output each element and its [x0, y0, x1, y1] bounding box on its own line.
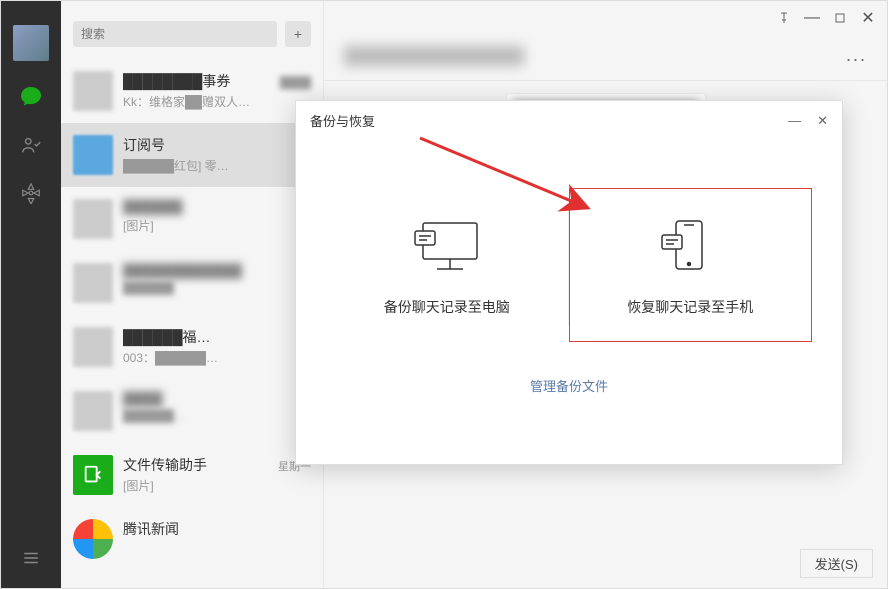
chat-icon[interactable]: [19, 85, 43, 109]
add-button[interactable]: +: [285, 21, 311, 47]
conversation-title: [344, 46, 524, 66]
search-input[interactable]: [73, 21, 277, 47]
chat-list-panel: + ████████事券████ Kk：维格家██赠双人… 订阅号 ██████…: [61, 1, 324, 588]
chat-item[interactable]: 订阅号 ██████红包] 零…: [61, 123, 323, 187]
dialog-close-icon[interactable]: ✕: [817, 113, 828, 129]
manage-backup-link[interactable]: 管理备份文件: [530, 379, 608, 394]
chat-avatar: [73, 71, 113, 111]
chat-avatar: [73, 455, 113, 495]
more-icon[interactable]: ...: [846, 45, 867, 66]
chat-preview: [图片]: [123, 217, 311, 234]
chat-name: 订阅号: [123, 135, 165, 155]
chat-avatar: [73, 199, 113, 239]
chat-avatar: [73, 391, 113, 431]
chat-name: ██████福…: [123, 327, 211, 347]
chat-name: 文件传输助手: [123, 455, 207, 475]
maximize-icon[interactable]: [833, 11, 847, 25]
backup-restore-dialog: 备份与恢复 — ✕ 备份聊天记录至电脑: [295, 100, 843, 465]
backup-to-computer-option[interactable]: 备份聊天记录至电脑: [326, 189, 568, 341]
dialog-minimize-icon[interactable]: —: [788, 113, 801, 129]
option-label: 备份聊天记录至电脑: [384, 297, 510, 317]
option-label: 恢复聊天记录至手机: [627, 297, 753, 317]
chat-item[interactable]: 文件传输助手星期一 [图片]: [61, 443, 323, 507]
chat-item[interactable]: ██████福… 003：██████…: [61, 315, 323, 379]
chat-preview: ██████红包] 零…: [123, 157, 311, 174]
chat-list: ████████事券 ████ Kk：维格家██赠双人… 订阅号 ██████红包…: [61, 59, 323, 588]
chat-name: 腾讯新闻: [123, 519, 179, 539]
chat-avatar: [73, 135, 113, 175]
self-avatar[interactable]: [13, 25, 49, 61]
minimize-icon[interactable]: —: [805, 11, 819, 25]
chat-preview: [图片]: [123, 477, 311, 494]
chat-name: ████████████: [123, 263, 242, 279]
chat-item[interactable]: ██████ [图片]: [61, 187, 323, 251]
favorites-icon[interactable]: [19, 181, 43, 205]
dialog-title: 备份与恢复: [310, 111, 375, 130]
chat-name: ████: [123, 391, 163, 407]
chat-item[interactable]: 腾讯新闻: [61, 507, 323, 571]
menu-icon[interactable]: [19, 546, 43, 570]
chat-name: ████████事券: [123, 71, 230, 91]
contacts-icon[interactable]: [19, 133, 43, 157]
chat-preview: ██████: [123, 281, 311, 295]
computer-icon: [411, 217, 483, 277]
chat-preview: Kk：维格家██赠双人…: [123, 93, 311, 110]
chat-item[interactable]: ████████事券 ████ Kk：维格家██赠双人…: [61, 59, 323, 123]
chat-name: ██████: [123, 199, 183, 215]
chat-avatar: [73, 519, 113, 559]
conversation-header: ...: [324, 35, 887, 81]
chat-preview: ██████…: [123, 409, 311, 423]
chat-time: ████: [280, 77, 311, 89]
chat-avatar: [73, 263, 113, 303]
chat-avatar: [73, 327, 113, 367]
close-icon[interactable]: ✕: [861, 11, 875, 25]
restore-to-phone-option[interactable]: 恢复聊天记录至手机: [569, 188, 813, 342]
chat-item[interactable]: ████████████ ██████: [61, 251, 323, 315]
chat-preview: 003：██████…: [123, 349, 311, 366]
phone-icon: [654, 217, 726, 277]
chat-item[interactable]: ████ ██████…: [61, 379, 323, 443]
send-button[interactable]: 发送(S): [800, 549, 873, 578]
nav-sidebar: [1, 1, 61, 588]
pin-icon[interactable]: [777, 11, 791, 25]
window-titlebar: — ✕: [324, 1, 887, 35]
